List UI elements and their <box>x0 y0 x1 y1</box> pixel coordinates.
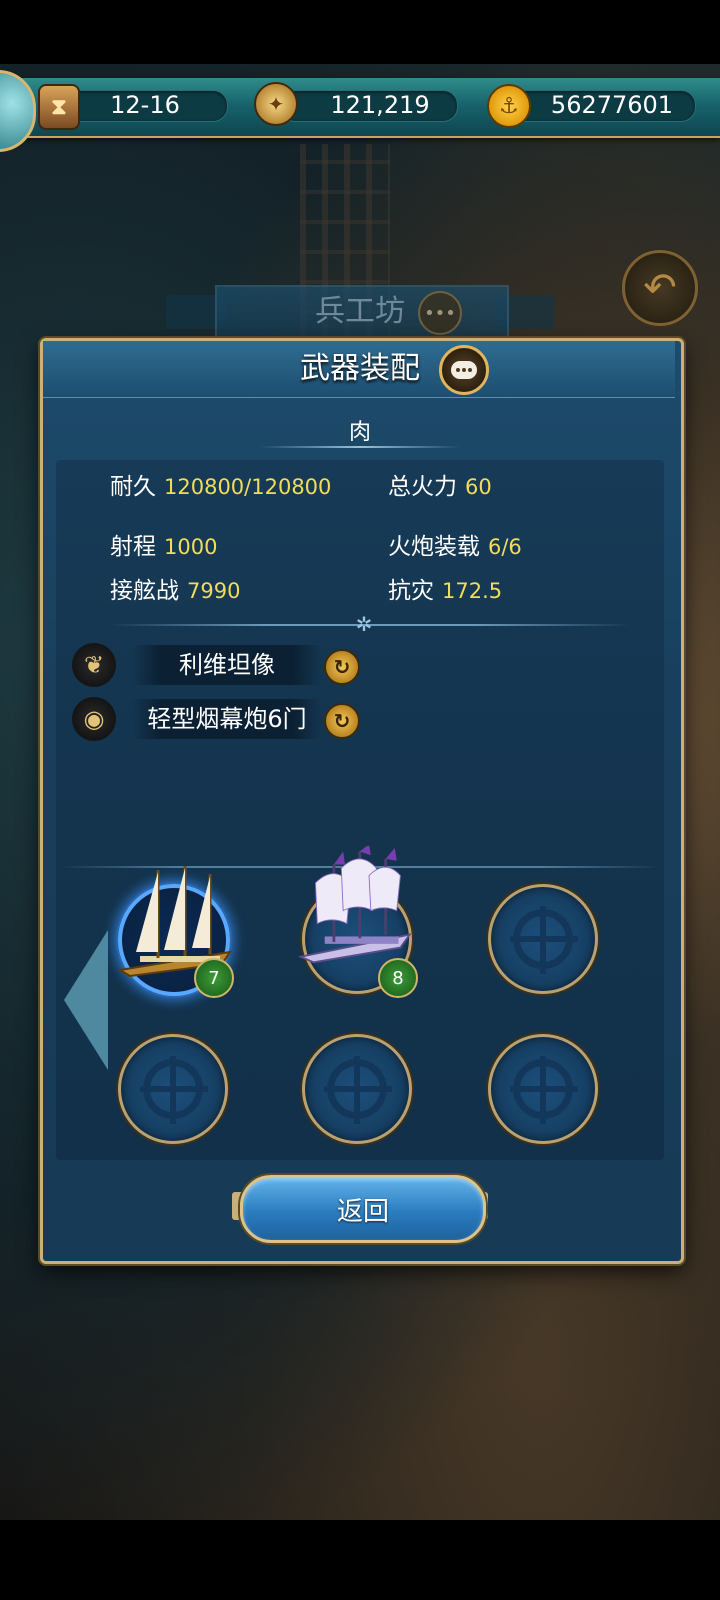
stat-label: 耐久 <box>110 474 156 500</box>
ship-wheel-icon <box>510 906 578 974</box>
stat-cannon: 火炮装载 6/6 <box>388 530 522 564</box>
ship-level-badge: 7 <box>194 958 234 998</box>
stat-value: 7990 <box>187 579 241 603</box>
stat-label: 总火力 <box>388 474 457 500</box>
hourglass-icon: ⧗ <box>38 84 80 130</box>
gold-value: 56277601 <box>550 91 674 119</box>
ship-slot-3[interactable] <box>488 884 598 994</box>
left-arrow-icon[interactable] <box>64 930 108 1070</box>
refresh-cannon-icon[interactable]: ↻ <box>324 703 360 739</box>
wing-icon: ❦ <box>72 643 116 687</box>
compass-value: 121,219 <box>330 91 430 119</box>
compass-icon: ✦ <box>254 82 298 126</box>
return-button[interactable]: 返回 <box>240 1175 486 1243</box>
bg-chat-icon: ••• <box>418 291 462 335</box>
ship-slot-5[interactable] <box>302 1034 412 1144</box>
bottom-black-bar <box>0 1520 720 1600</box>
caravel-ship-icon <box>297 846 412 964</box>
stat-label: 接舷战 <box>110 578 179 604</box>
figurehead-label[interactable]: 利维坦像 <box>132 645 322 685</box>
stat-label: 抗灾 <box>388 578 434 604</box>
ship-slot-4[interactable] <box>118 1034 228 1144</box>
stat-firepower: 总火力 60 <box>388 470 492 504</box>
ship-level-badge: 8 <box>378 958 418 998</box>
back-arrow-icon[interactable]: ↶ <box>622 250 698 326</box>
ship-wheel-icon <box>510 1056 578 1124</box>
ship-wheel-icon <box>324 1056 392 1124</box>
stat-value: 6/6 <box>488 535 522 559</box>
dialog-title: 武器装配 <box>300 351 420 386</box>
chat-icon[interactable] <box>439 345 489 395</box>
bg-header-title: 兵工坊 <box>315 294 405 329</box>
stat-label: 射程 <box>110 534 156 560</box>
refresh-figurehead-icon[interactable]: ↻ <box>324 649 360 685</box>
ship-name: 肉 <box>348 420 371 445</box>
ship-wheel-icon <box>140 1056 208 1124</box>
return-button-label: 返回 <box>336 1196 389 1227</box>
anchor-icon: ⚓ <box>487 84 531 128</box>
cannon-icon: ◉ <box>72 697 116 741</box>
stat-label: 火炮装载 <box>388 534 480 560</box>
stat-value: 172.5 <box>442 579 503 603</box>
stat-durability: 耐久 120800/120800 <box>110 470 331 504</box>
stat-value: 60 <box>465 475 492 499</box>
stat-value: 1000 <box>164 535 218 559</box>
name-underline <box>260 446 460 448</box>
ship-slot-6[interactable] <box>488 1034 598 1144</box>
stat-boarding: 接舷战 7990 <box>110 574 240 608</box>
cannon-equip-label[interactable]: 轻型烟幕炮6门 <box>132 699 322 739</box>
stat-range: 射程 1000 <box>110 530 217 564</box>
date-value: 12-16 <box>110 91 180 119</box>
divider-ornament-icon: ✲ <box>355 612 373 636</box>
stat-value: 120800/120800 <box>164 475 332 499</box>
stat-disaster: 抗灾 172.5 <box>388 574 502 608</box>
